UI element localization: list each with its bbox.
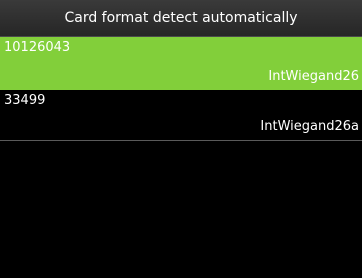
card-format-name: IntWiegand26 xyxy=(268,69,359,84)
list-item[interactable]: 33499 IntWiegand26a xyxy=(0,90,362,141)
card-number: 10126043 xyxy=(4,40,71,55)
list-item-selected[interactable]: 10126043 IntWiegand26 xyxy=(0,37,362,90)
screen: Card format detect automatically 1012604… xyxy=(0,0,362,278)
page-title: Card format detect automatically xyxy=(0,0,362,37)
card-number: 33499 xyxy=(4,93,46,108)
card-format-name: IntWiegand26a xyxy=(260,119,359,134)
card-format-list: 10126043 IntWiegand26 33499 IntWiegand26… xyxy=(0,37,362,141)
